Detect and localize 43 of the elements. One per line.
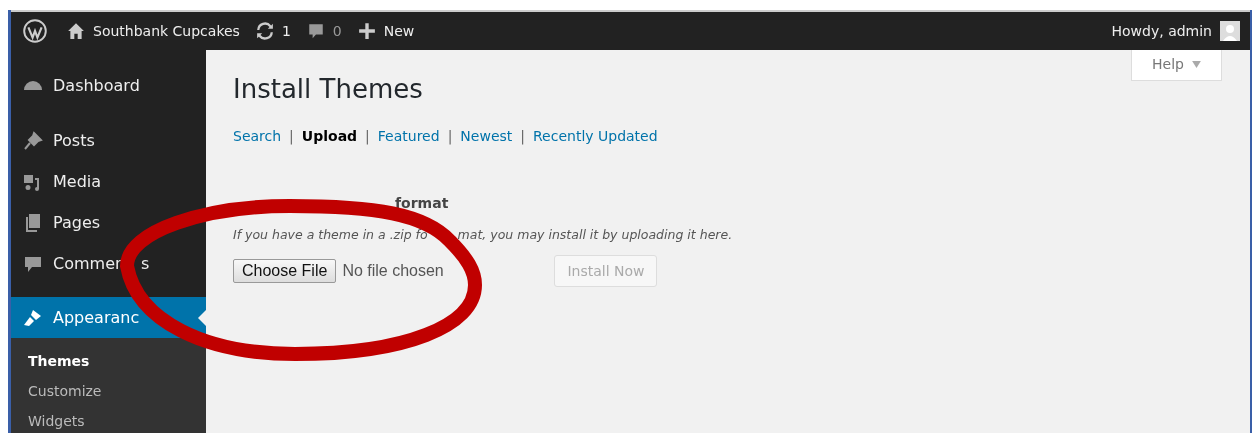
separator: | <box>365 128 370 144</box>
menu-item[interactable]: Media <box>11 161 206 202</box>
help-button[interactable]: Help <box>1131 50 1222 81</box>
separator: | <box>289 128 294 144</box>
filter-link[interactable]: Search <box>233 128 282 144</box>
menu-label-fragment: s <box>141 254 150 273</box>
menu-label: Media <box>53 172 102 191</box>
menu-item[interactable]: Dashboard <box>11 50 206 120</box>
pages-icon <box>23 212 43 233</box>
wordpress-logo-icon[interactable] <box>23 19 47 43</box>
comments-count[interactable]: 0 <box>332 23 342 39</box>
separator: | <box>520 128 525 144</box>
greeting-link[interactable]: Howdy, admin <box>1111 23 1212 39</box>
filter-link[interactable]: Recently Updated <box>533 128 658 144</box>
page-title: Install Themes <box>233 74 424 104</box>
menu-item[interactable]: Pages <box>11 202 206 243</box>
filter-link[interactable]: Upload <box>301 128 358 144</box>
new-link[interactable]: New <box>383 23 415 39</box>
pin-icon <box>23 130 43 151</box>
refresh-icon[interactable] <box>255 22 274 40</box>
updates-count[interactable]: 1 <box>281 23 291 39</box>
submenu-item[interactable]: Customize <box>11 376 206 406</box>
menu-label: Appearanc <box>53 308 140 327</box>
site-name-link[interactable]: Southbank Cupcakes <box>93 23 240 39</box>
menu-label: Posts <box>53 131 95 150</box>
file-status: No file chosen <box>342 262 445 280</box>
filter-link[interactable]: Newest <box>460 128 513 144</box>
menu-label: Pages <box>53 213 101 232</box>
upload-hint: If you have a theme in a .zip fo <box>233 227 428 242</box>
caret-icon <box>1192 60 1201 68</box>
filter-link[interactable]: Featured <box>377 128 440 144</box>
separator: | <box>447 128 453 144</box>
upload-heading-fragment: format <box>395 195 449 211</box>
menu-item[interactable]: Posts <box>11 120 206 161</box>
comment-bubble-icon[interactable] <box>306 22 325 40</box>
paintbrush-icon <box>23 307 43 328</box>
upload-hint-fragment: mat, you may install it by uploading it here. <box>457 227 733 242</box>
home-icon[interactable] <box>67 22 85 40</box>
submenu-item[interactable]: Widgets <box>11 406 206 433</box>
submenu-item[interactable]: Themes <box>11 346 206 376</box>
menu-label: Dashboard <box>53 75 140 95</box>
choose-file-button[interactable]: Choose File <box>233 259 337 283</box>
plus-icon[interactable] <box>357 22 376 40</box>
